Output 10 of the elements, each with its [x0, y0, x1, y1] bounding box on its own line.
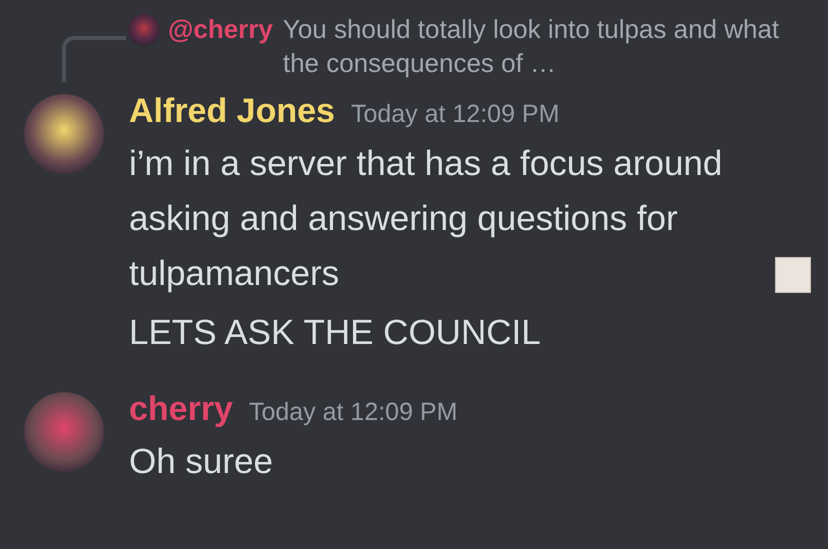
username[interactable]: cherry — [129, 390, 233, 429]
reply-author-mention[interactable]: @cherry — [168, 12, 273, 46]
message-text: LETS ASK THE COUNCIL — [129, 312, 541, 354]
timestamp: Today at 12:09 PM — [350, 100, 560, 129]
reply-preview-text[interactable]: You should totally look into tulpas and what the consequences of … — [282, 12, 783, 80]
timestamp: Today at 12:09 PM — [248, 398, 458, 427]
username[interactable]: Alfred Jones — [129, 92, 335, 131]
reply-connector-line — [62, 36, 126, 82]
message-text: i’m in a server that has a focus around asking and answering questions for tulpamancers — [129, 143, 724, 295]
message-text: Oh suree — [129, 441, 273, 483]
